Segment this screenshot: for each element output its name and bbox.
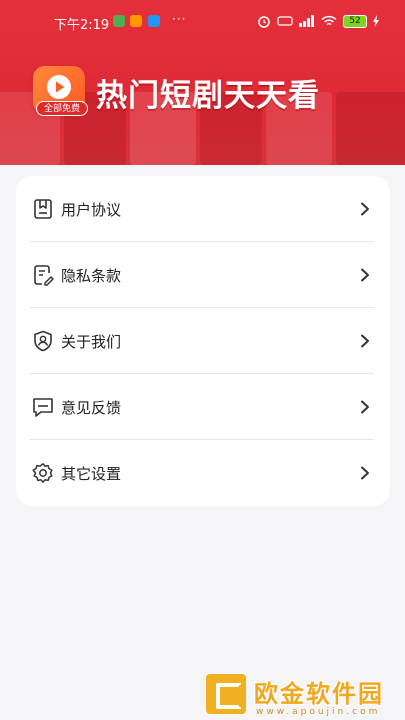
- notification-app-icon: [130, 15, 142, 27]
- menu-item-label: 意见反馈: [61, 398, 122, 417]
- charging-icon: [373, 15, 379, 27]
- alarm-icon: [258, 16, 270, 28]
- menu-item-feedback[interactable]: 意见反馈: [16, 374, 390, 440]
- header-banner: 下午2:19 ··· 52 全部免费 热门短剧天天看: [0, 0, 405, 165]
- menu-item-label: 隐私条款: [61, 266, 122, 285]
- chevron-right-icon: [361, 268, 369, 282]
- menu-item-label: 关于我们: [61, 332, 122, 351]
- notification-app-icon: [113, 15, 125, 27]
- watermark-text: 欧金软件园: [254, 680, 384, 708]
- edit-document-icon: [34, 265, 54, 286]
- shield-user-icon: [34, 330, 52, 352]
- notification-app-icon: [148, 15, 160, 27]
- play-icon: [47, 75, 71, 99]
- volte-icon: [277, 16, 293, 26]
- signal-icon: [299, 15, 314, 27]
- chevron-right-icon: [361, 466, 369, 480]
- menu-item-label: 其它设置: [61, 464, 122, 483]
- menu-item-other-settings[interactable]: 其它设置: [16, 440, 390, 506]
- more-notifications-icon: ···: [172, 12, 187, 26]
- wifi-icon: [321, 15, 337, 26]
- settings-menu-card: 用户协议 隐私条款 关于我们 意见反馈 其它设置: [16, 176, 390, 506]
- gear-icon: [32, 463, 53, 483]
- battery-icon: 52: [343, 14, 367, 28]
- status-time: 下午2:19: [54, 18, 110, 33]
- logo-free-badge: 全部免费: [36, 101, 88, 116]
- status-bar: 下午2:19 ··· 52: [0, 0, 405, 44]
- watermark-logo-icon: [206, 674, 246, 714]
- watermark-url: www.apoujin.com: [256, 707, 381, 717]
- chevron-right-icon: [361, 202, 369, 216]
- menu-item-about-us[interactable]: 关于我们: [16, 308, 390, 374]
- chat-bubble-icon: [33, 398, 53, 417]
- document-icon: [34, 199, 52, 219]
- menu-item-label: 用户协议: [61, 200, 122, 219]
- chevron-right-icon: [361, 400, 369, 414]
- watermark: 欧金软件园 www.apoujin.com: [206, 674, 401, 718]
- menu-item-user-agreement[interactable]: 用户协议: [16, 176, 390, 242]
- header-title: 热门短剧天天看: [96, 78, 320, 114]
- chevron-right-icon: [361, 334, 369, 348]
- menu-item-privacy-policy[interactable]: 隐私条款: [16, 242, 390, 308]
